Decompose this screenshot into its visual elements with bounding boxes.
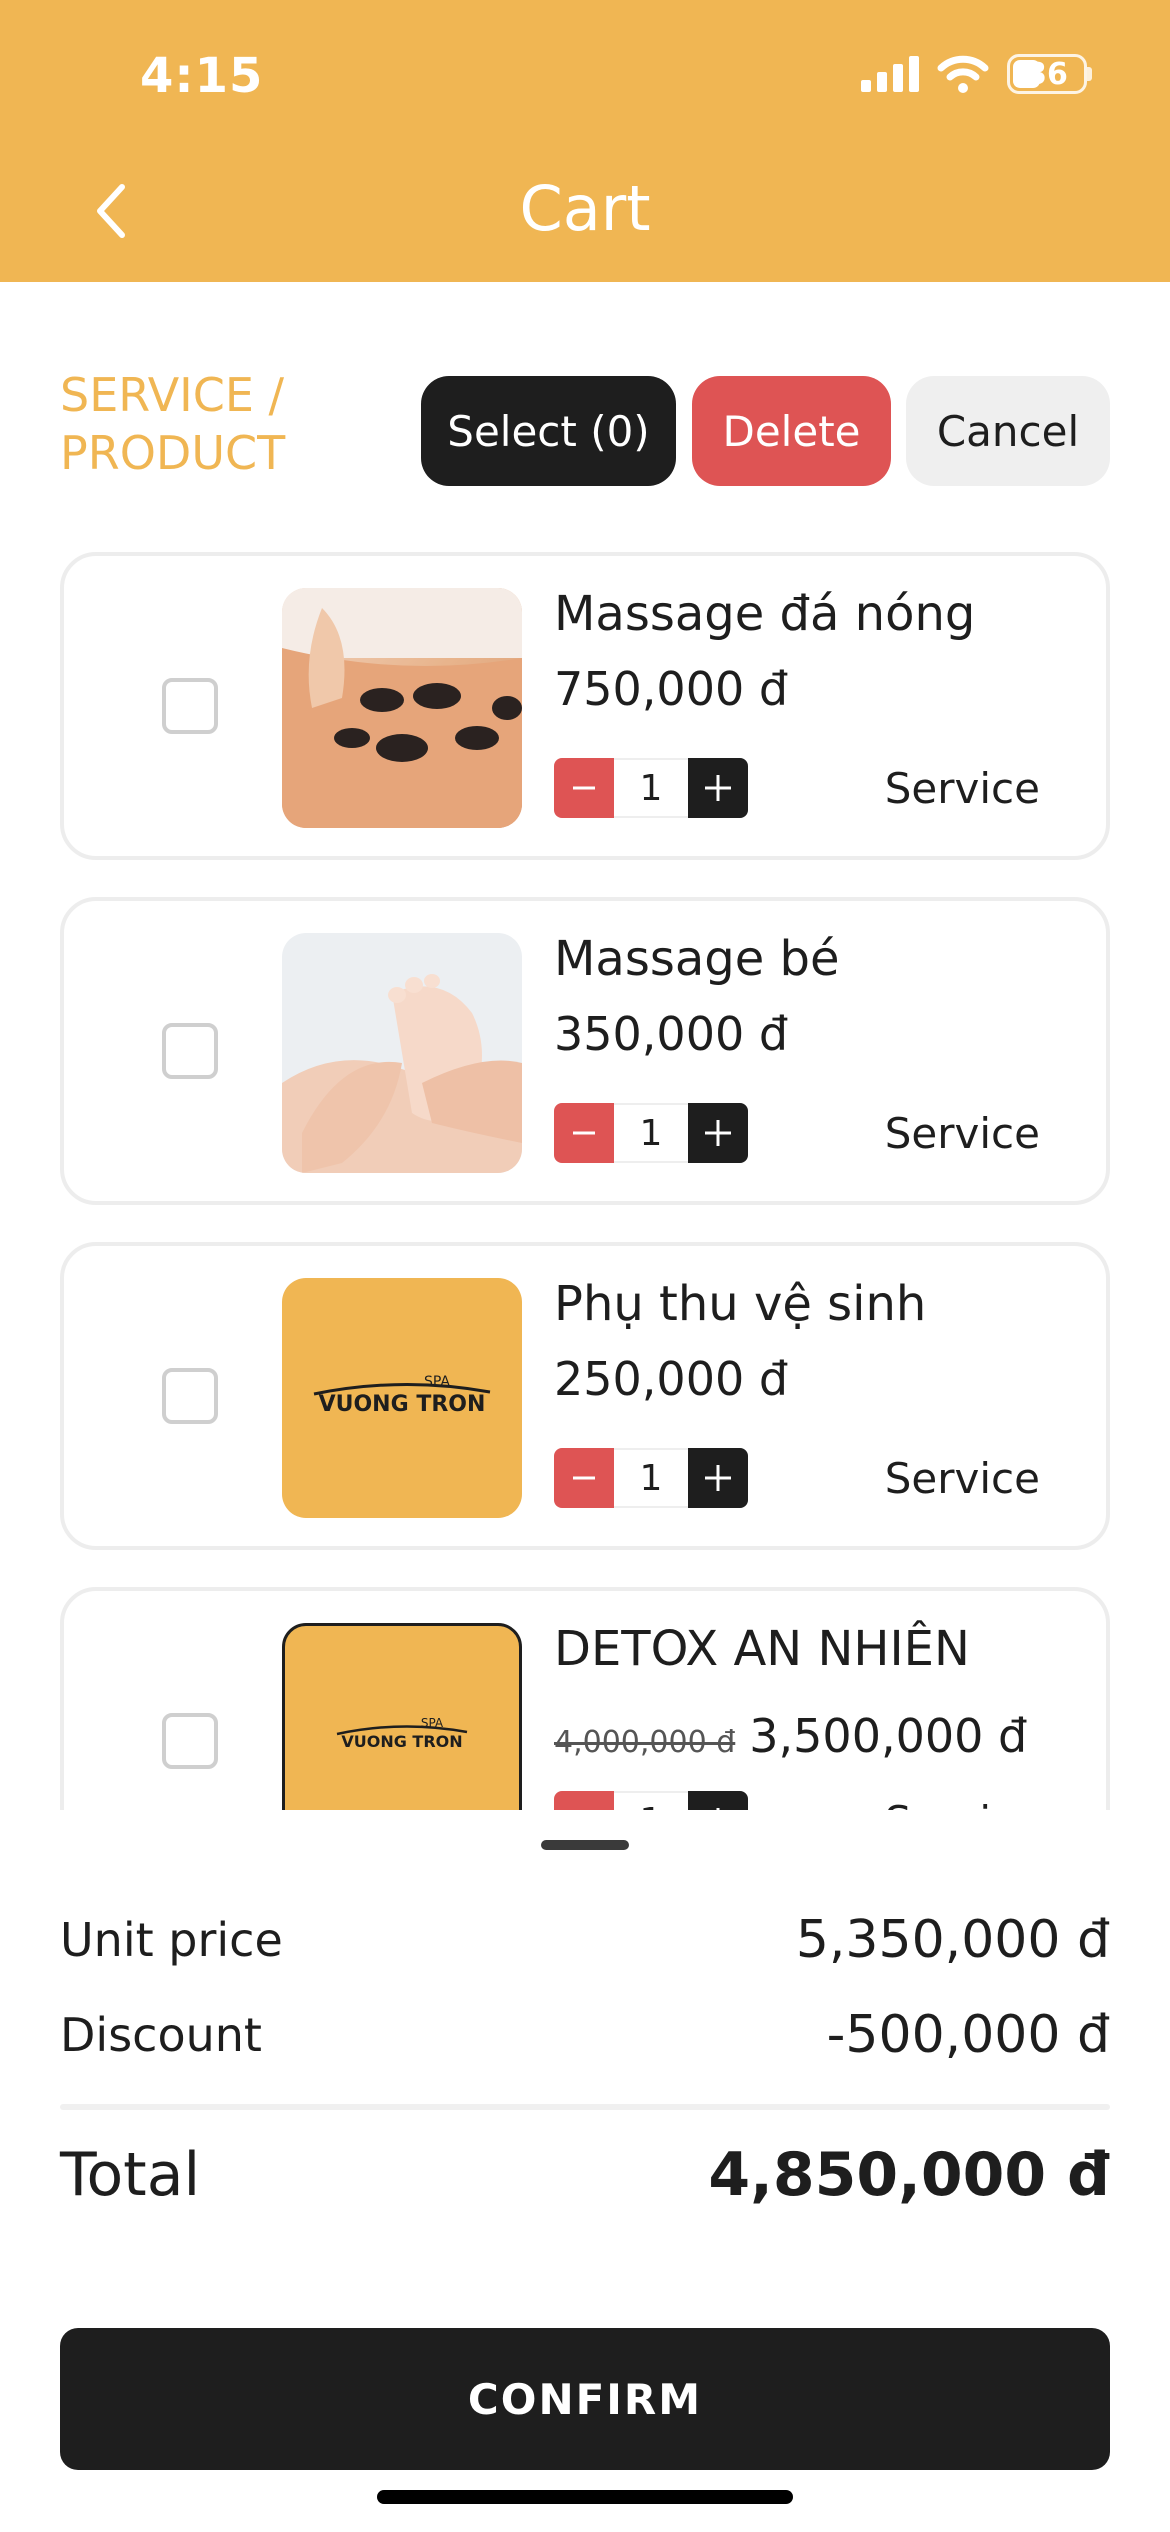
quantity-stepper: 1 [554,1791,748,1810]
item-name: Phụ thu vệ sinh [554,1276,927,1332]
delete-button[interactable]: Delete [692,376,891,486]
status-icons: 36 [861,54,1092,94]
minus-icon [573,1476,595,1480]
status-time: 4:15 [140,48,264,104]
item-name: DETOX AN NHIÊN [554,1621,970,1677]
item-old-price: 4,000,000 đ [554,1725,736,1760]
section-label: SERVICE / PRODUCT [60,368,286,480]
battery-icon: 36 [1007,54,1092,94]
battery-level: 36 [1026,56,1068,92]
item-checkbox[interactable] [162,1713,218,1769]
discount-value: -500,000 đ [826,2005,1110,2065]
decrease-quantity-button[interactable] [554,1448,614,1508]
decrease-quantity-button[interactable] [554,1791,614,1810]
quantity-value: 1 [614,1103,688,1163]
confirm-button[interactable]: CONFIRM [60,2328,1110,2470]
item-price-group: 4,000,000 đ 3,500,000 đ [554,1709,1027,1763]
total-value: 4,850,000 đ [708,2140,1110,2210]
select-button[interactable]: Select (0) [421,376,676,486]
item-checkbox[interactable] [162,1368,218,1424]
cancel-button[interactable]: Cancel [906,376,1110,486]
item-checkbox[interactable] [162,1023,218,1079]
quantity-value: 1 [614,758,688,818]
cart-list[interactable]: Massage đá nóng 750,000 đ 1 Service Mass… [0,548,1170,1810]
summary-divider [60,2104,1110,2110]
cart-item: Massage bé 350,000 đ 1 Service [60,897,1110,1205]
decrease-quantity-button[interactable] [554,1103,614,1163]
plus-icon [705,1120,731,1146]
unit-price-label: Unit price [60,1913,283,1967]
logo-brand-text: VUONG TRON [318,1392,486,1417]
item-type: Service [884,764,1040,813]
minus-icon [569,1806,599,1810]
baby-massage-image [282,933,522,1173]
item-type: Service [885,1797,1040,1810]
increase-quantity-button[interactable] [688,758,748,818]
unit-price-row: Unit price 5,350,000 đ [60,1910,1110,1970]
spa-logo-image: SPA VUONG TRON [282,1278,522,1518]
minus-icon [573,1131,595,1135]
item-type: Service [884,1109,1040,1158]
increase-quantity-button[interactable] [688,1103,748,1163]
logo-brand-text: VUONG TRON [341,1732,463,1751]
wifi-icon [937,55,989,93]
discount-row: Discount -500,000 đ [60,2005,1110,2065]
item-price: 750,000 đ [554,662,789,716]
plus-icon [705,775,731,801]
app-header: 4:15 36 Cart [0,0,1170,282]
spa-logo-image: SPA VUONG TRON [282,1623,522,1810]
quantity-value: 1 [614,1448,688,1508]
item-price: 3,500,000 đ [749,1709,1028,1763]
total-row: Total 4,850,000 đ [60,2140,1110,2210]
discount-label: Discount [60,2008,262,2062]
cart-item: Massage đá nóng 750,000 đ 1 Service [60,552,1110,860]
item-price: 250,000 đ [554,1352,789,1406]
cart-item: SPA VUONG TRON DETOX AN NHIÊN 4,000,000 … [60,1587,1110,1810]
hot-stone-massage-image [282,588,522,828]
quantity-stepper: 1 [554,1103,748,1163]
plus-icon [705,1465,731,1491]
item-name: Massage bé [554,931,840,987]
sheet-drag-handle[interactable] [541,1840,629,1850]
plus-icon [716,1808,720,1810]
item-name: Massage đá nóng [554,586,976,642]
cart-item: SPA VUONG TRON Phụ thu vệ sinh 250,000 đ… [60,1242,1110,1550]
total-label: Total [60,2140,201,2210]
minus-icon [573,786,595,790]
quantity-stepper: 1 [554,758,748,818]
home-indicator [377,2490,793,2504]
increase-quantity-button[interactable] [688,1791,748,1810]
item-price: 350,000 đ [554,1007,789,1061]
quantity-stepper: 1 [554,1448,748,1508]
cellular-signal-icon [861,56,919,92]
increase-quantity-button[interactable] [688,1448,748,1508]
unit-price-value: 5,350,000 đ [795,1910,1110,1970]
decrease-quantity-button[interactable] [554,758,614,818]
page-title: Cart [519,172,651,245]
item-type: Service [884,1454,1040,1503]
item-checkbox[interactable] [162,678,218,734]
quantity-value: 1 [614,1791,688,1810]
